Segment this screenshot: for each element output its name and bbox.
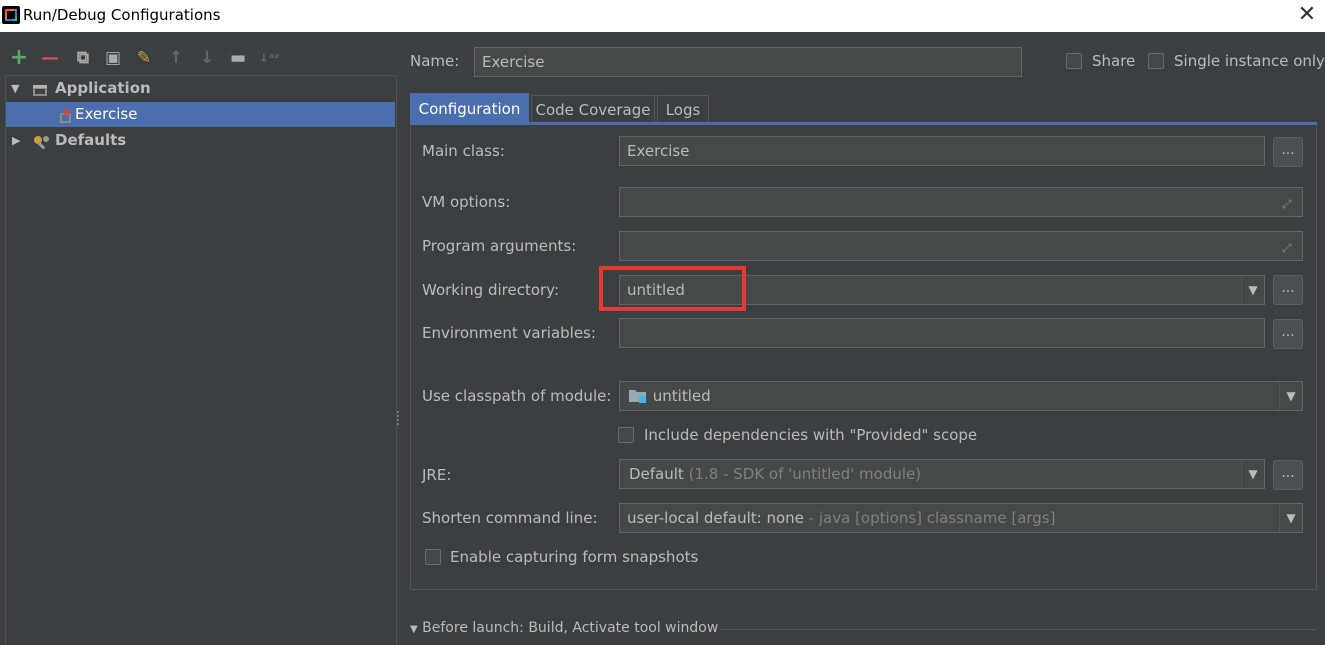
defaults-wrench-icon [32, 133, 49, 150]
main-class-browse-button[interactable]: ... [1273, 137, 1303, 167]
include-dependencies-label: Include dependencies with "Provided" sco… [644, 426, 978, 444]
tab-underline [410, 122, 1317, 125]
tree-item-label: Defaults [55, 131, 127, 149]
jre-detail: (1.8 - SDK of 'untitled' module) [688, 465, 922, 483]
main-class-field[interactable]: Exercise [619, 136, 1265, 166]
module-folder-icon [628, 384, 648, 403]
working-directory-label: Working directory: [422, 281, 560, 299]
tab-configuration[interactable]: Configuration [410, 93, 529, 123]
before-launch-section[interactable]: ▼ Before launch: Build, Activate tool wi… [410, 620, 718, 636]
folder-icon[interactable]: ▬ [226, 44, 250, 72]
shorten-command-line-detail: - java [options] classname [args] [808, 509, 1056, 527]
tree-item-label: Exercise [75, 105, 138, 123]
tree-item-label: Application [55, 79, 151, 97]
vm-options-field[interactable]: ⤢ [619, 187, 1303, 217]
sort-icon[interactable]: ↓ᵃᶻ [257, 44, 281, 72]
include-dependencies-checkbox[interactable] [618, 427, 634, 443]
window-title: Run/Debug Configurations [23, 6, 221, 24]
environment-variables-field[interactable] [619, 318, 1265, 348]
tab-logs[interactable]: Logs [657, 95, 709, 123]
jre-select[interactable]: Default (1.8 - SDK of 'untitled' module)… [619, 459, 1265, 489]
tree-item-exercise[interactable]: Exercise [6, 102, 395, 127]
chevron-down-icon[interactable]: ▼ [1241, 276, 1264, 304]
splitter-handle[interactable] [396, 410, 400, 428]
name-field[interactable]: Exercise [474, 47, 1022, 77]
classpath-module-label: Use classpath of module: [422, 387, 612, 405]
shorten-command-line-label: Shorten command line: [422, 509, 598, 527]
single-instance-label: Single instance only [1174, 52, 1325, 70]
working-directory-browse-button[interactable]: ... [1273, 275, 1303, 305]
copy-icon[interactable]: ⧉ [71, 44, 95, 72]
run-config-error-icon [58, 107, 74, 123]
expand-icon[interactable]: ⤢ [1282, 197, 1296, 211]
jre-label: JRE: [422, 466, 452, 484]
save-icon[interactable]: ▣ [101, 44, 125, 72]
close-icon[interactable]: ✕ [1295, 2, 1319, 28]
share-checkbox[interactable] [1066, 53, 1082, 69]
highlight-annotation-box [599, 266, 746, 311]
edit-defaults-icon[interactable]: ✎ [132, 44, 156, 72]
remove-icon[interactable]: — [38, 44, 62, 72]
jre-browse-button[interactable]: ... [1273, 460, 1303, 490]
expand-arrow-icon[interactable]: ▼ [11, 76, 23, 101]
environment-variables-browse-button[interactable]: ... [1273, 319, 1303, 349]
single-instance-checkbox[interactable] [1148, 53, 1164, 69]
config-toolbar: + — ⧉ ▣ ✎ ↑ ↓ ▬ ↓ᵃᶻ [0, 44, 300, 72]
expand-icon[interactable]: ⤢ [1282, 241, 1296, 255]
application-icon [32, 81, 48, 96]
tree-item-defaults[interactable]: ▶ Defaults [6, 128, 395, 153]
configuration-tree[interactable]: ▼ Application Exercise ▶ Defaults [5, 75, 397, 645]
tab-code-coverage[interactable]: Code Coverage [531, 95, 655, 123]
jre-value: Default [629, 465, 684, 483]
add-icon[interactable]: + [7, 44, 31, 72]
move-down-icon[interactable]: ↓ [195, 44, 219, 72]
shorten-command-line-select[interactable]: user-local default: none - java [options… [619, 503, 1303, 533]
chevron-down-icon[interactable]: ▼ [1241, 460, 1264, 488]
move-up-icon[interactable]: ↑ [164, 44, 188, 72]
vm-options-label: VM options: [422, 193, 511, 211]
separator-line [720, 629, 1317, 630]
classpath-module-select[interactable]: untitled ▼ [619, 381, 1303, 411]
environment-variables-label: Environment variables: [422, 324, 596, 342]
title-bar: Run/Debug Configurations ✕ [0, 0, 1325, 32]
expand-arrow-icon[interactable]: ▼ [410, 624, 418, 635]
name-label: Name: [410, 52, 460, 70]
enable-snapshots-label: Enable capturing form snapshots [450, 548, 699, 566]
chevron-down-icon[interactable]: ▼ [1279, 382, 1302, 410]
intellij-app-icon [2, 6, 20, 24]
collapse-arrow-icon[interactable]: ▶ [12, 128, 24, 153]
shorten-command-line-value: user-local default: none [627, 509, 804, 527]
program-arguments-label: Program arguments: [422, 237, 577, 255]
before-launch-label: Before launch: Build, Activate tool wind… [422, 620, 719, 636]
share-label: Share [1092, 52, 1136, 70]
chevron-down-icon[interactable]: ▼ [1279, 504, 1302, 532]
classpath-module-value: untitled [652, 387, 711, 405]
tree-item-application[interactable]: ▼ Application [6, 76, 395, 101]
program-arguments-field[interactable]: ⤢ [619, 231, 1303, 261]
main-class-label: Main class: [422, 142, 505, 160]
enable-snapshots-checkbox[interactable] [425, 549, 441, 565]
